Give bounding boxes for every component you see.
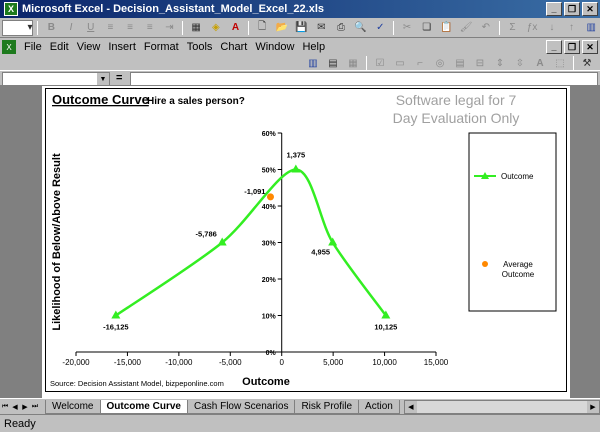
tab-welcome[interactable]: Welcome <box>45 399 101 414</box>
legend-icon[interactable]: ▦ <box>344 56 362 70</box>
button-tool-icon[interactable]: ▭ <box>391 56 409 70</box>
window-title: Microsoft Excel - Decision_Assistant_Mod… <box>22 3 325 15</box>
drawing-toolbar: ▥ ▤ ▦ ☑ ▭ ⌐ ◎ ▤ ⊟ ⇕ ⇳ A ⬚ ⚒ <box>0 56 600 70</box>
restore-button[interactable]: ❐ <box>564 2 580 16</box>
fill-color-icon[interactable]: ◈ <box>207 20 225 36</box>
print-preview-icon[interactable]: 🔍 <box>352 20 370 36</box>
new-file-icon[interactable]: 🗋 <box>253 20 271 36</box>
menu-edit[interactable]: Edit <box>46 41 73 53</box>
title-bar: X Microsoft Excel - Decision_Assistant_M… <box>0 0 600 18</box>
paste-icon[interactable]: 📋 <box>438 20 456 36</box>
borders-icon[interactable]: ▦ <box>187 20 205 36</box>
undo-icon[interactable]: ↶ <box>477 20 495 36</box>
formula-bar: ▼ = <box>0 70 600 86</box>
last-sheet-icon[interactable]: ⏭ <box>30 401 40 413</box>
menu-window[interactable]: Window <box>251 41 298 53</box>
chevron-down-icon[interactable]: ▼ <box>97 73 109 85</box>
menu-format[interactable]: Format <box>140 41 183 53</box>
indent-icon[interactable]: ⇥ <box>161 20 179 36</box>
italic-button[interactable]: I <box>62 20 80 36</box>
center-icon[interactable]: ≡ <box>121 20 139 36</box>
sort-ascending-icon[interactable]: ↓ <box>543 20 561 36</box>
tab-cash-flow-scenarios[interactable]: Cash Flow Scenarios <box>186 399 296 414</box>
spelling-icon[interactable]: ✓ <box>371 20 389 36</box>
menu-insert[interactable]: Insert <box>104 41 140 53</box>
format-painter-icon[interactable]: 🖌 <box>457 20 475 36</box>
open-folder-icon[interactable]: 📂 <box>273 20 291 36</box>
copy-icon[interactable]: ❏ <box>418 20 436 36</box>
font-dropdown[interactable]: ▾ <box>2 19 34 36</box>
prev-sheet-icon[interactable]: ◀ <box>10 401 20 413</box>
combo-tool-icon[interactable]: ⊟ <box>471 56 489 70</box>
minimize-button[interactable]: _ <box>546 2 562 16</box>
chart-area[interactable] <box>45 88 567 392</box>
next-sheet-icon[interactable]: ▶ <box>20 401 30 413</box>
doc-close-button[interactable]: ✕ <box>582 40 598 54</box>
align-right-icon[interactable]: ≡ <box>141 20 159 36</box>
autosum-icon[interactable]: Σ <box>504 20 522 36</box>
menu-bar: X File Edit View Insert Format Tools Cha… <box>0 38 600 56</box>
equals-sign: = <box>116 72 123 84</box>
chart-type-icon[interactable]: ▥ <box>304 56 322 70</box>
menu-chart[interactable]: Chart <box>216 41 251 53</box>
first-sheet-icon[interactable]: ⏮ <box>0 401 10 413</box>
menu-help[interactable]: Help <box>298 41 329 53</box>
menu-file[interactable]: File <box>20 41 46 53</box>
save-icon[interactable]: 💾 <box>293 20 311 36</box>
line-tool-icon[interactable]: ⌐ <box>411 56 429 70</box>
tab-outcome-curve[interactable]: Outcome Curve <box>99 399 188 414</box>
sheet-tab-bar: ⏮ ◀ ▶ ⏭ Welcome Outcome Curve Cash Flow … <box>0 398 600 414</box>
formatting-toolbar: ▾ B I U ≡ ≡ ≡ ⇥ ▦ ◈ A 🗋 📂 💾 ✉ ⎙ 🔍 ✓ ✂ ❏ … <box>0 18 600 38</box>
scroll-left-icon[interactable]: ◀ <box>404 400 417 413</box>
underline-button[interactable]: U <box>82 20 100 36</box>
menu-tools[interactable]: Tools <box>183 41 217 53</box>
font-color-icon[interactable]: A <box>227 20 245 36</box>
scroll-right-icon[interactable]: ▶ <box>587 400 599 413</box>
horizontal-scrollbar[interactable]: ◀ ▶ <box>403 399 600 414</box>
bold-button[interactable]: B <box>42 20 60 36</box>
function-icon[interactable]: ƒx <box>523 20 541 36</box>
doc-minimize-button[interactable]: _ <box>546 40 562 54</box>
status-bar: Ready <box>0 414 600 432</box>
email-icon[interactable]: ✉ <box>312 20 330 36</box>
status-text: Ready <box>4 417 36 430</box>
chart-wizard-icon[interactable]: ▥ <box>582 20 600 36</box>
data-table-icon[interactable]: ▤ <box>324 56 342 70</box>
excel-icon: X <box>4 2 18 16</box>
close-button[interactable]: ✕ <box>582 2 598 16</box>
cut-icon[interactable]: ✂ <box>398 20 416 36</box>
spinner-tool-icon[interactable]: ⇳ <box>511 56 529 70</box>
tab-action[interactable]: Action <box>358 399 400 414</box>
checkbox-tool-icon[interactable]: ☑ <box>371 56 389 70</box>
tab-risk-profile[interactable]: Risk Profile <box>294 399 360 414</box>
sort-descending-icon[interactable]: ↑ <box>563 20 581 36</box>
doc-restore-button[interactable]: ❐ <box>564 40 580 54</box>
tools-icon[interactable]: ⚒ <box>578 56 596 70</box>
option-tool-icon[interactable]: ◎ <box>431 56 449 70</box>
dialog-tool-icon[interactable]: ⬚ <box>551 56 569 70</box>
scrollbar-tool-icon[interactable]: ⇕ <box>491 56 509 70</box>
listbox-tool-icon[interactable]: ▤ <box>451 56 469 70</box>
workbook-icon[interactable]: X <box>2 40 16 54</box>
print-icon[interactable]: ⎙ <box>332 20 350 36</box>
align-left-icon[interactable]: ≡ <box>102 20 120 36</box>
name-box[interactable]: ▼ <box>2 72 110 86</box>
formula-input[interactable] <box>130 72 598 86</box>
menu-view[interactable]: View <box>73 41 105 53</box>
label-tool-icon[interactable]: A <box>531 56 549 70</box>
